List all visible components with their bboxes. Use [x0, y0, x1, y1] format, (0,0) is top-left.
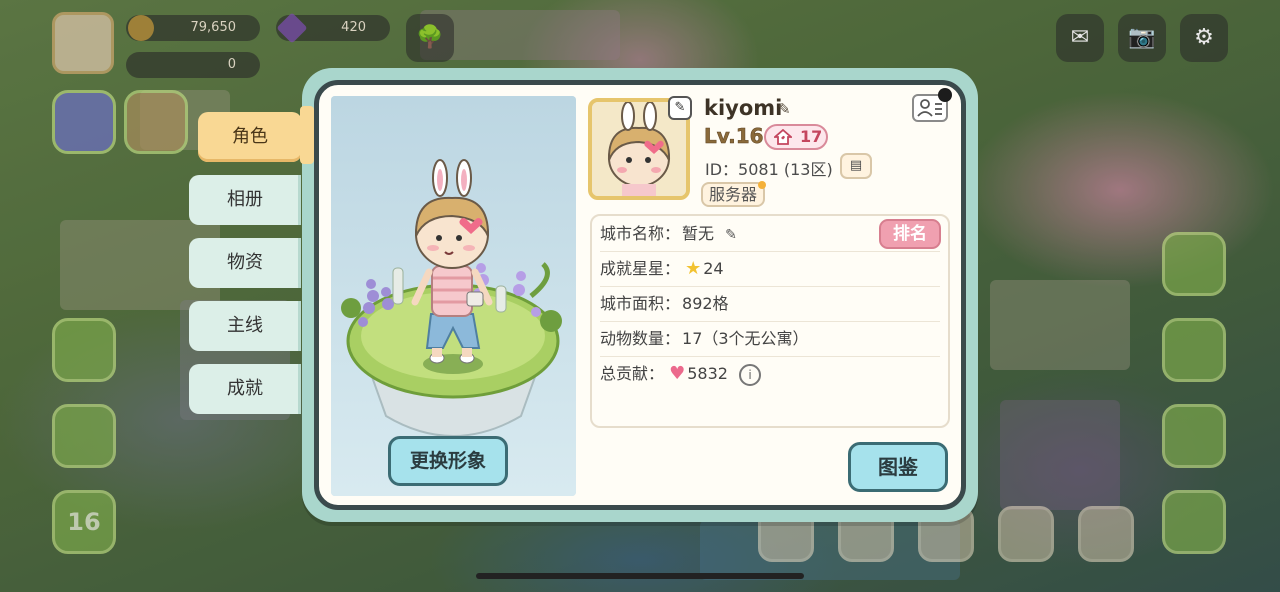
rank-button[interactable]: 排名	[879, 219, 941, 249]
tree-icon[interactable]: 🌳	[406, 14, 454, 62]
energy-counter[interactable]: 0	[126, 52, 260, 78]
city-name-label: 城市名称：	[600, 224, 681, 243]
mail-icon[interactable]: ✉	[1056, 14, 1104, 62]
notification-dot	[758, 181, 766, 189]
side-menu-button[interactable]	[52, 90, 116, 154]
home-icon	[774, 129, 792, 145]
stars-value: 24	[703, 259, 724, 278]
bottom-menu-button[interactable]	[1078, 506, 1134, 562]
area-label: 城市面积：	[600, 294, 681, 313]
change-appearance-button[interactable]: 更换形象	[388, 436, 508, 486]
edit-city-name-icon[interactable]: ✎	[725, 227, 737, 243]
side-menu-button[interactable]	[1162, 232, 1226, 296]
side-menu-button[interactable]	[124, 90, 188, 154]
animals-row: 动物数量： 17（3个无公寓）	[600, 322, 940, 357]
level-badge-button[interactable]: 16	[52, 490, 116, 554]
player-id: ID：5081 (13区)	[705, 160, 833, 179]
coin-icon	[128, 15, 154, 41]
camera-icon[interactable]: 📷	[1118, 14, 1166, 62]
heart-icon: ♥	[669, 363, 686, 384]
active-tab-connector	[300, 106, 314, 164]
stars-row: 成就星星： ★ 24	[600, 252, 940, 287]
city-name-value: 暂无	[682, 224, 715, 243]
stars-label: 成就星星：	[600, 259, 681, 278]
copy-id-icon[interactable]: ▤	[840, 153, 872, 179]
info-icon[interactable]: i	[739, 363, 762, 386]
animals-label: 动物数量：	[600, 329, 681, 348]
server-button[interactable]: 服务器	[701, 182, 765, 207]
player-level: Lv.16	[704, 124, 764, 149]
side-menu-button[interactable]	[1162, 404, 1226, 468]
apple-icon	[938, 88, 952, 102]
player-avatar-hud[interactable]	[52, 12, 114, 74]
tab-main-quest[interactable]: 主线	[189, 301, 301, 351]
tab-character[interactable]: 角色	[198, 112, 302, 162]
contribution-value: 5832	[687, 364, 728, 383]
side-menu-button[interactable]	[52, 318, 116, 382]
animals-value: 17（3个无公寓）	[682, 329, 809, 348]
tab-album[interactable]: 相册	[189, 175, 301, 225]
side-menu-button[interactable]	[52, 404, 116, 468]
area-row: 城市面积： 892格	[600, 287, 940, 322]
tab-supplies[interactable]: 物资	[189, 238, 301, 288]
atlas-button[interactable]: 图鉴	[848, 442, 948, 492]
player-name: kiyomi	[704, 96, 783, 120]
edit-avatar-icon[interactable]: ✎	[668, 96, 692, 120]
home-indicator[interactable]	[476, 573, 804, 579]
side-menu-button[interactable]	[1162, 490, 1226, 554]
contribution-row: 总贡献： ♥ 5832 i	[600, 357, 940, 391]
tab-achievements[interactable]: 成就	[189, 364, 301, 414]
gear-icon[interactable]: ⚙	[1180, 14, 1228, 62]
contribution-label: 总贡献：	[600, 364, 665, 383]
area-value: 892格	[682, 294, 729, 313]
star-icon: ★	[685, 258, 702, 279]
edit-name-icon[interactable]: ✎	[778, 100, 791, 118]
side-menu-button[interactable]	[1162, 318, 1226, 382]
bottom-menu-button[interactable]	[998, 506, 1054, 562]
